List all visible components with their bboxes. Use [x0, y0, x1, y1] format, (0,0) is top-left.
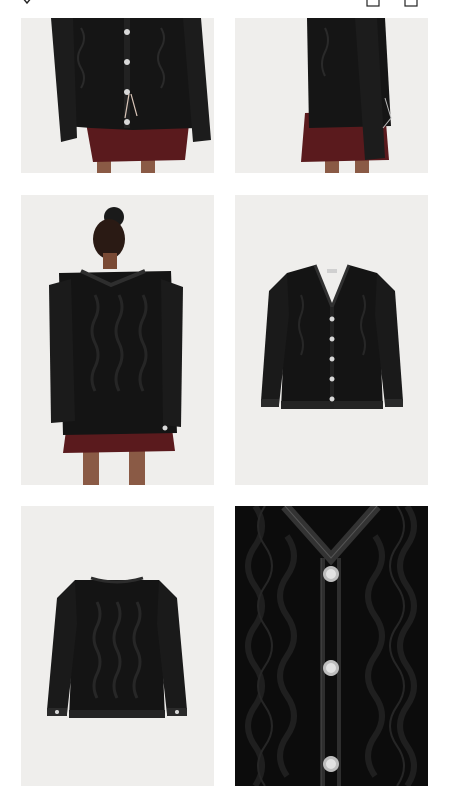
product-photo-back-view[interactable] [21, 195, 214, 485]
product-photo-flat-front[interactable] [235, 195, 428, 485]
product-photo-knit-detail[interactable] [235, 506, 428, 786]
product-photo-side-view[interactable] [235, 18, 428, 173]
product-photo-flat-back[interactable] [21, 506, 214, 786]
product-photo-front-closeup[interactable] [21, 18, 214, 173]
product-gallery [0, 0, 449, 800]
